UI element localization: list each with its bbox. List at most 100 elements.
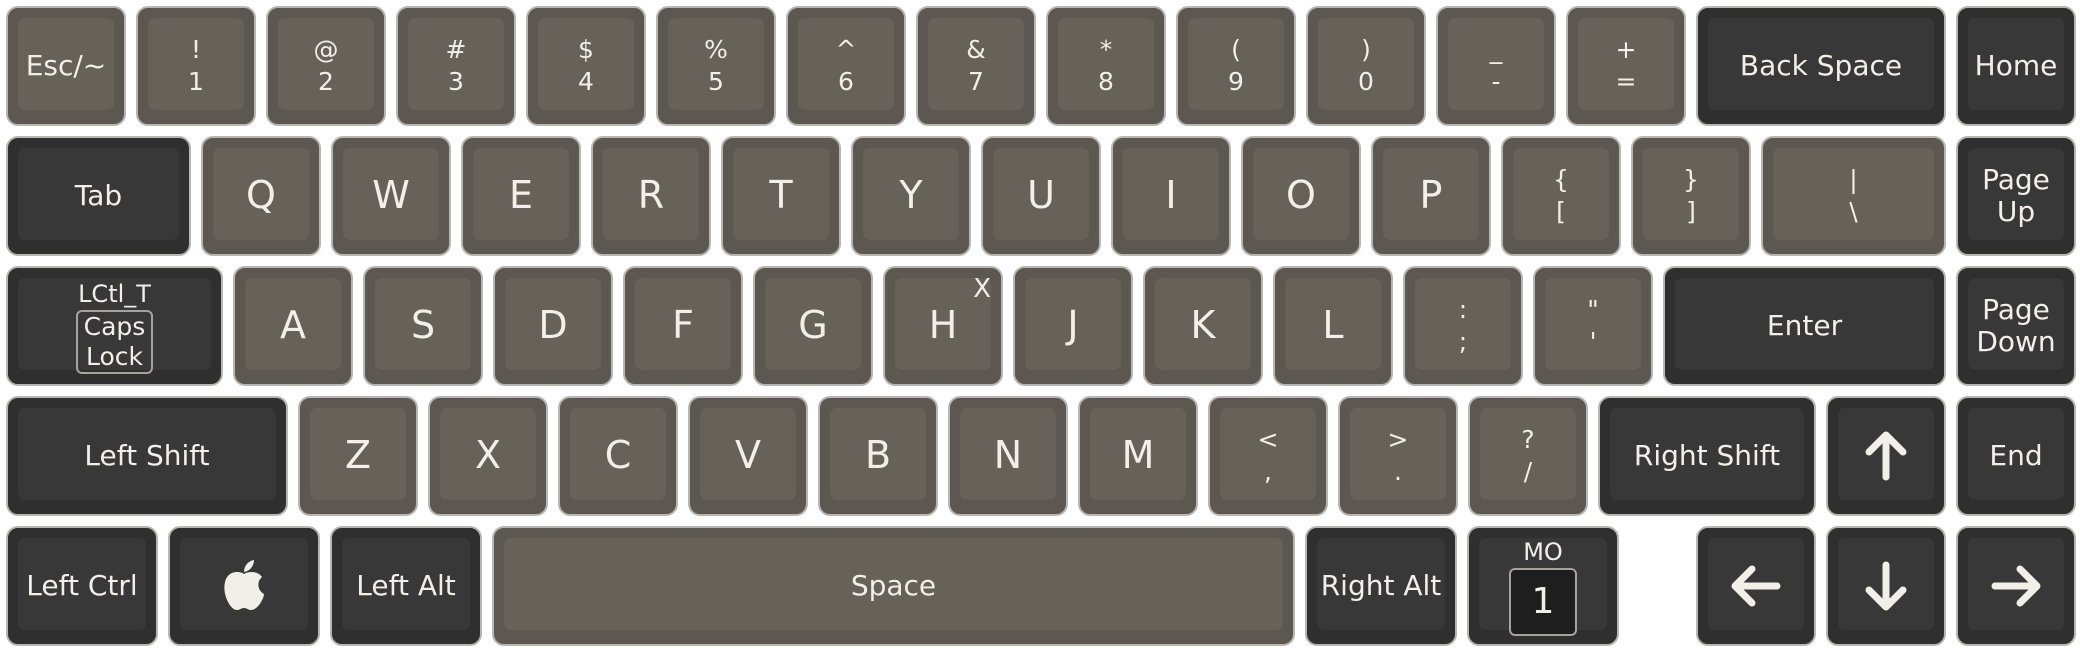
- key-m[interactable]: M: [1078, 396, 1198, 516]
- key-end[interactable]: End: [1956, 396, 2076, 516]
- key-7[interactable]: & 7: [916, 6, 1036, 126]
- key-8[interactable]: * 8: [1046, 6, 1166, 126]
- key-x[interactable]: X: [428, 396, 548, 516]
- key-n[interactable]: N: [948, 396, 1068, 516]
- key-right-shift[interactable]: Right Shift: [1598, 396, 1816, 516]
- key-shift-label: &: [966, 35, 986, 64]
- key-label: [: [1556, 197, 1566, 226]
- key-label: J: [1067, 303, 1079, 348]
- key-left-ctrl[interactable]: Left Ctrl: [6, 526, 158, 646]
- key-slash[interactable]: ? /: [1468, 396, 1588, 516]
- apple-icon: [220, 558, 268, 614]
- key-o[interactable]: O: [1241, 136, 1361, 256]
- key-gui[interactable]: [168, 526, 320, 646]
- down-arrow-icon: [1859, 559, 1913, 613]
- key-right[interactable]: [1956, 526, 2076, 646]
- key-home[interactable]: Home: [1956, 6, 2076, 126]
- key-a[interactable]: A: [233, 266, 353, 386]
- key-q[interactable]: Q: [201, 136, 321, 256]
- key-3[interactable]: #3: [396, 6, 516, 126]
- key-d[interactable]: D: [493, 266, 613, 386]
- key-label: S: [410, 303, 436, 348]
- key-label: ]: [1686, 197, 1696, 226]
- key-label: I: [1165, 173, 1177, 218]
- key-esc[interactable]: Esc/~: [6, 6, 126, 126]
- key-page-up[interactable]: Page Up: [1956, 136, 2076, 256]
- key-1[interactable]: ! 1: [136, 6, 256, 126]
- key-label: Back Space: [1739, 48, 1903, 82]
- key-left-bracket[interactable]: {[: [1501, 136, 1621, 256]
- key-enter[interactable]: Enter: [1663, 266, 1946, 386]
- key-4[interactable]: $4: [526, 6, 646, 126]
- key-6[interactable]: ^ 6: [786, 6, 906, 126]
- key-backspace[interactable]: Back Space: [1696, 6, 1946, 126]
- key-label: R: [637, 173, 665, 218]
- key-caps-lock[interactable]: LCtl_T Caps Lock: [6, 266, 223, 386]
- key-label: T: [769, 173, 793, 218]
- key-label: Z: [344, 433, 372, 478]
- key-quote[interactable]: " ': [1533, 266, 1653, 386]
- key-shift-label: }: [1683, 165, 1699, 194]
- key-s[interactable]: S: [363, 266, 483, 386]
- key-label: P: [1419, 173, 1443, 218]
- key-label: Right Shift: [1633, 438, 1781, 472]
- key-semicolon[interactable]: :;: [1403, 266, 1523, 386]
- key-left-shift[interactable]: Left Shift: [6, 396, 288, 516]
- key-label: /: [1523, 457, 1533, 486]
- key-label: 6: [838, 67, 854, 96]
- key-i[interactable]: I: [1111, 136, 1231, 256]
- key-y[interactable]: Y: [851, 136, 971, 256]
- key-mo-label: MO: [1523, 538, 1563, 566]
- key-h[interactable]: XH: [883, 266, 1003, 386]
- key-left-alt[interactable]: Left Alt: [330, 526, 482, 646]
- key-k[interactable]: K: [1143, 266, 1263, 386]
- key-right-alt[interactable]: Right Alt: [1305, 526, 1457, 646]
- key-page-down[interactable]: Page Down: [1956, 266, 2076, 386]
- key-e[interactable]: E: [461, 136, 581, 256]
- up-arrow-icon: [1859, 429, 1913, 483]
- key-w[interactable]: W: [331, 136, 451, 256]
- key-shift-label: *: [1099, 35, 1113, 64]
- key-z[interactable]: Z: [298, 396, 418, 516]
- key-t[interactable]: T: [721, 136, 841, 256]
- key-r[interactable]: R: [591, 136, 711, 256]
- key-backslash[interactable]: | \: [1761, 136, 1946, 256]
- key-label: 2: [318, 67, 334, 96]
- key-label: ,: [1264, 457, 1272, 486]
- key-space[interactable]: Space: [492, 526, 1295, 646]
- key-g[interactable]: G: [753, 266, 873, 386]
- key-shift-label: {: [1553, 165, 1569, 194]
- key-right-bracket[interactable]: }]: [1631, 136, 1751, 256]
- key-shift-label: |: [1849, 165, 1858, 194]
- key-5[interactable]: % 5: [656, 6, 776, 126]
- key-j[interactable]: J: [1013, 266, 1133, 386]
- key-comma[interactable]: <,: [1208, 396, 1328, 516]
- key-label: Enter: [1766, 308, 1843, 342]
- key-down[interactable]: [1826, 526, 1946, 646]
- key-minus[interactable]: _ -: [1436, 6, 1556, 126]
- key-p[interactable]: P: [1371, 136, 1491, 256]
- key-hold-label-box: Caps Lock: [75, 310, 154, 374]
- key-shift-label: %: [704, 35, 728, 64]
- key-l[interactable]: L: [1273, 266, 1393, 386]
- key-f[interactable]: F: [623, 266, 743, 386]
- key-tab[interactable]: Tab: [6, 136, 191, 256]
- key-label: ': [1589, 327, 1597, 356]
- key-label: -: [1491, 67, 1501, 96]
- key-up[interactable]: [1826, 396, 1946, 516]
- key-v[interactable]: V: [688, 396, 808, 516]
- key-label-line2: Down: [1976, 325, 2056, 358]
- key-2[interactable]: @2: [266, 6, 386, 126]
- key-u[interactable]: U: [981, 136, 1101, 256]
- key-9[interactable]: (9: [1176, 6, 1296, 126]
- key-label: Left Shift: [84, 438, 210, 472]
- key-0[interactable]: ) 0: [1306, 6, 1426, 126]
- key-label: E: [508, 173, 533, 218]
- key-label: Home: [1974, 48, 2058, 82]
- key-b[interactable]: B: [818, 396, 938, 516]
- key-c[interactable]: C: [558, 396, 678, 516]
- key-mo-1[interactable]: MO 1: [1467, 526, 1619, 646]
- key-equals[interactable]: + =: [1566, 6, 1686, 126]
- key-left[interactable]: [1696, 526, 1816, 646]
- key-period[interactable]: >.: [1338, 396, 1458, 516]
